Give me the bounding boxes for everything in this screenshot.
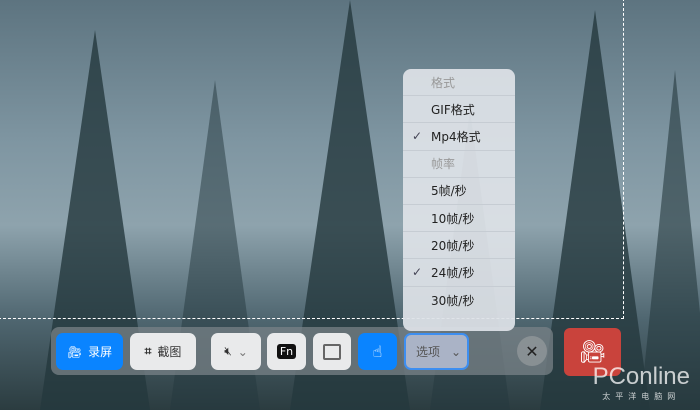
record-mode-button[interactable]: 🎥︎ 录屏 — [56, 333, 123, 370]
record-label: 录屏 — [88, 345, 113, 359]
menu-item-label: 帧率 — [431, 157, 456, 172]
checkmark-icon: ✓ — [412, 265, 423, 280]
watermark-sub: 太平洋电脑网 — [602, 392, 681, 401]
audio-dropdown[interactable]: 🔇︎ ⌄ — [211, 333, 261, 370]
webcam-portrait-icon — [323, 343, 341, 360]
chevron-down-icon: ⌄ — [450, 344, 461, 359]
recording-toolbar: 🎥︎ 录屏 ⌗ 截图 🔇︎ ⌄ Fn ☝︎ 选项 ⌄ ✕ — [51, 327, 553, 375]
fn-key-icon: Fn — [276, 344, 297, 359]
menu-item-label: 5帧/秒 — [431, 184, 467, 199]
menu-item-label: 10帧/秒 — [431, 211, 475, 226]
menu-item[interactable]: 10帧/秒 — [403, 205, 515, 233]
capture-area-selection[interactable] — [0, 0, 624, 319]
watermark-brand: PConline — [592, 363, 690, 390]
menu-item[interactable]: 5帧/秒 — [403, 178, 515, 205]
menu-item-label: 30帧/秒 — [431, 293, 475, 308]
menu-item-label: Mp4格式 — [431, 129, 481, 144]
menu-section-header: 帧率 — [403, 151, 515, 178]
screenshot-mode-button[interactable]: ⌗ 截图 — [130, 333, 196, 370]
options-menu: 格式 GIF格式 ✓ Mp4格式帧率 5帧/秒 10帧/秒 20帧/秒 ✓ 24帧/秒 30帧/秒 — [403, 69, 515, 331]
options-label: 选项 — [416, 345, 441, 359]
chevron-down-icon: ⌄ — [237, 344, 248, 359]
close-icon: ✕ — [525, 341, 539, 361]
mouse-click-toggle[interactable]: ☝︎ — [358, 333, 397, 370]
screenshot-label: 截图 — [157, 345, 182, 359]
menu-item[interactable]: GIF格式 — [403, 96, 515, 124]
options-dropdown[interactable]: 选项 ⌄ — [404, 333, 469, 370]
menu-item-label: 格式 — [431, 75, 456, 90]
menu-item-label: GIF格式 — [431, 102, 475, 117]
tap-finger-icon: ☝︎ — [372, 342, 383, 361]
checkmark-icon: ✓ — [412, 129, 423, 144]
video-camera-icon: 🎥︎ — [578, 339, 607, 365]
menu-item[interactable]: 20帧/秒 — [403, 232, 515, 260]
menu-item[interactable]: 30帧/秒 — [403, 287, 515, 314]
menu-item[interactable]: ✓ 24帧/秒 — [403, 259, 515, 287]
watermark: PConline 太平洋电脑网 — [593, 363, 690, 402]
menu-item-label: 24帧/秒 — [431, 265, 475, 280]
menu-item-label: 20帧/秒 — [431, 238, 475, 253]
menu-item[interactable]: ✓ Mp4格式 — [403, 123, 515, 151]
video-camera-icon: 🎥︎ — [66, 344, 83, 359]
close-button[interactable]: ✕ — [517, 336, 547, 366]
crop-icon: ⌗ — [144, 344, 152, 358]
camera-toggle[interactable] — [313, 333, 351, 370]
menu-section-header: 格式 — [403, 69, 515, 97]
speaker-muted-icon: 🔇︎ — [224, 344, 232, 358]
keystroke-toggle[interactable]: Fn — [267, 333, 306, 370]
